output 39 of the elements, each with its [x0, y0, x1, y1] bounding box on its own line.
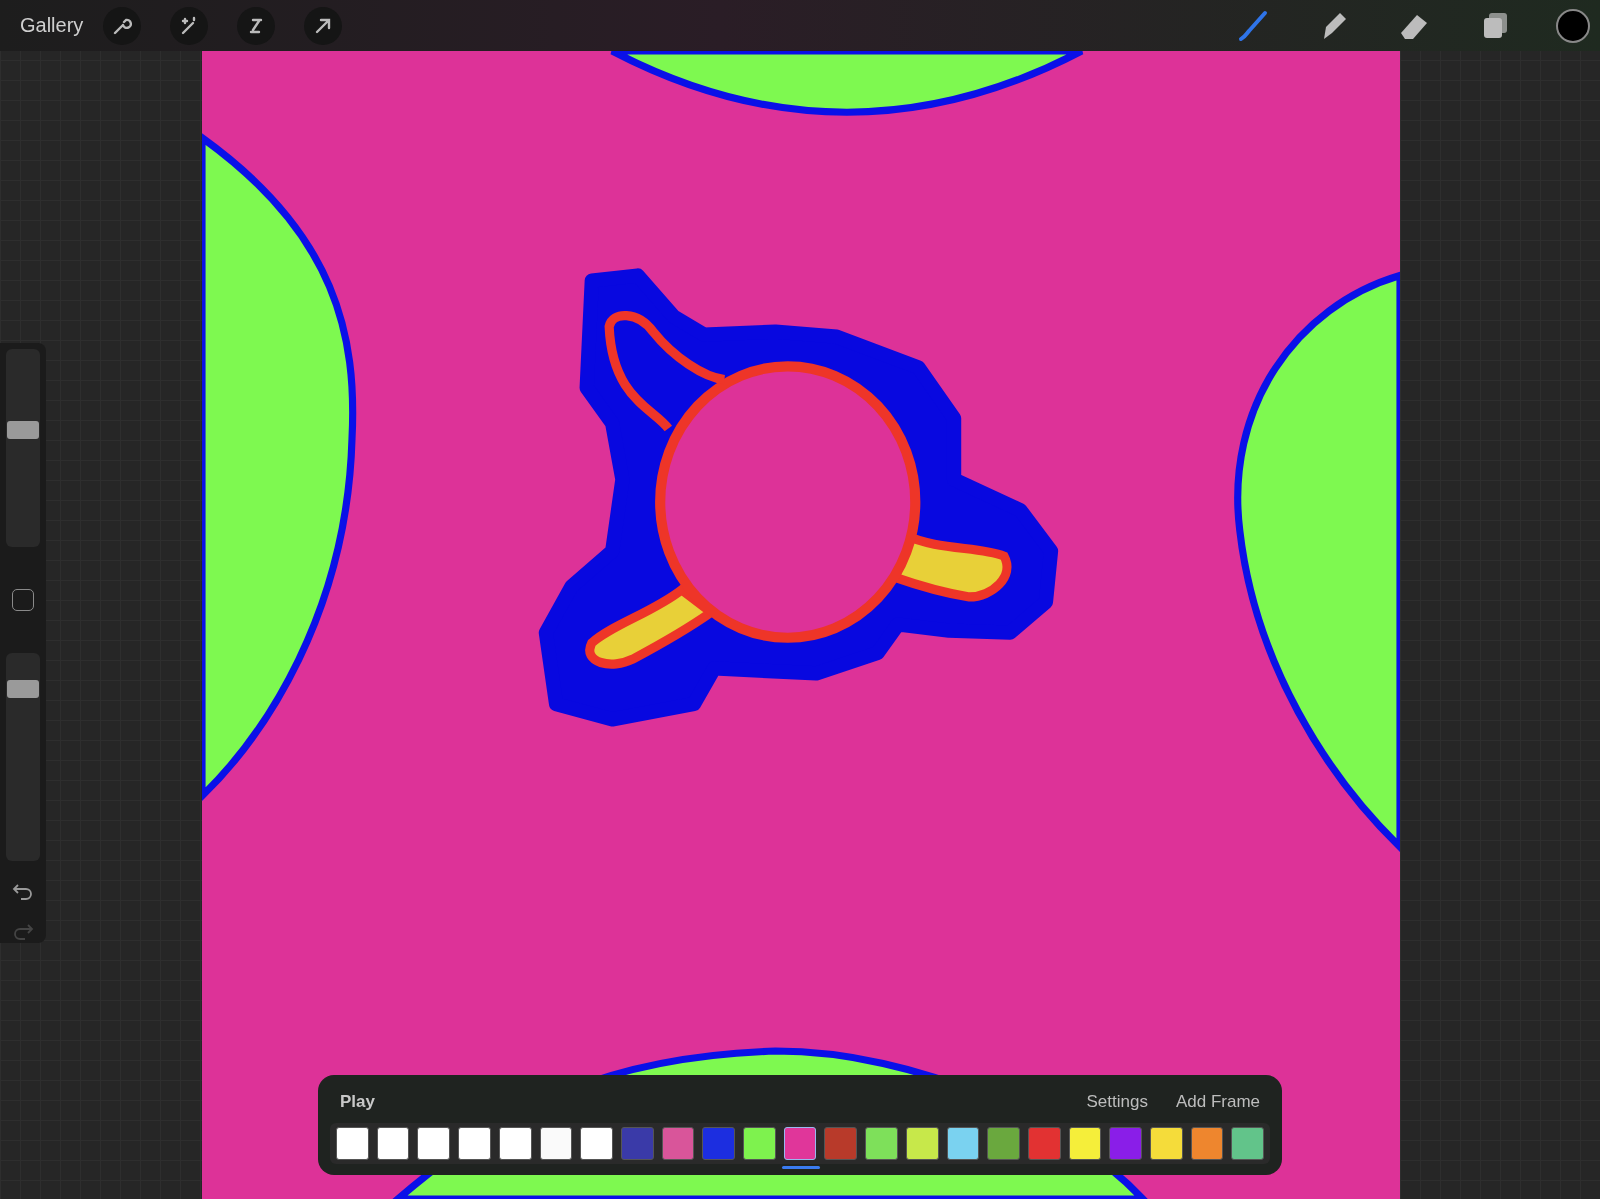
drawing-canvas[interactable]: Play Settings Add Frame	[202, 51, 1400, 1199]
selection-button[interactable]	[237, 6, 276, 45]
frame-thumbnail[interactable]	[1190, 1127, 1224, 1160]
color-swatch[interactable]	[1556, 8, 1590, 43]
frame-thumbnail[interactable]	[539, 1127, 573, 1160]
frame-thumbnail[interactable]	[498, 1127, 532, 1160]
selected-frame-indicator	[781, 1166, 820, 1169]
gallery-button[interactable]: Gallery	[20, 14, 84, 37]
slider-thumb[interactable]	[7, 421, 39, 439]
transform-button[interactable]	[304, 6, 343, 45]
frame-thumbnail[interactable]	[987, 1127, 1020, 1160]
frame-thumbnail[interactable]	[417, 1127, 451, 1160]
play-button[interactable]: Play	[340, 1092, 375, 1112]
frame-thumbnail[interactable]	[1150, 1127, 1183, 1160]
frame-thumbnail[interactable]	[865, 1127, 898, 1160]
slider-thumb[interactable]	[7, 679, 39, 698]
settings-button[interactable]: Settings	[1086, 1092, 1148, 1112]
frame-thumbnail[interactable]	[580, 1127, 613, 1160]
brush-size-slider[interactable]	[6, 349, 40, 547]
modify-button[interactable]	[12, 589, 34, 611]
frame-thumbnail[interactable]	[336, 1127, 369, 1160]
frame-thumbnail[interactable]	[1068, 1127, 1102, 1160]
frame-thumbnail[interactable]	[946, 1127, 980, 1160]
wand-button[interactable]	[170, 6, 209, 45]
frame-thumbnail[interactable]	[743, 1127, 776, 1160]
undo-icon[interactable]	[12, 883, 34, 901]
frame-thumbnail[interactable]	[1231, 1127, 1265, 1160]
frame-thumbnail[interactable]	[905, 1127, 939, 1160]
frame-thumbnail[interactable]	[620, 1127, 654, 1160]
frame-thumbnail[interactable]	[1027, 1127, 1061, 1160]
frame-thumbnail[interactable]	[458, 1127, 491, 1160]
opacity-slider[interactable]	[6, 653, 40, 861]
frame-thumbnail[interactable]	[1109, 1127, 1143, 1160]
frame-thumbnail[interactable]	[824, 1127, 858, 1160]
add-frame-button[interactable]: Add Frame	[1175, 1092, 1260, 1112]
frame-thumbnail[interactable]	[661, 1127, 695, 1160]
frame-thumbnail[interactable]	[702, 1127, 736, 1160]
frame-thumbnail[interactable]	[376, 1127, 410, 1160]
wrench-button[interactable]	[103, 6, 142, 45]
